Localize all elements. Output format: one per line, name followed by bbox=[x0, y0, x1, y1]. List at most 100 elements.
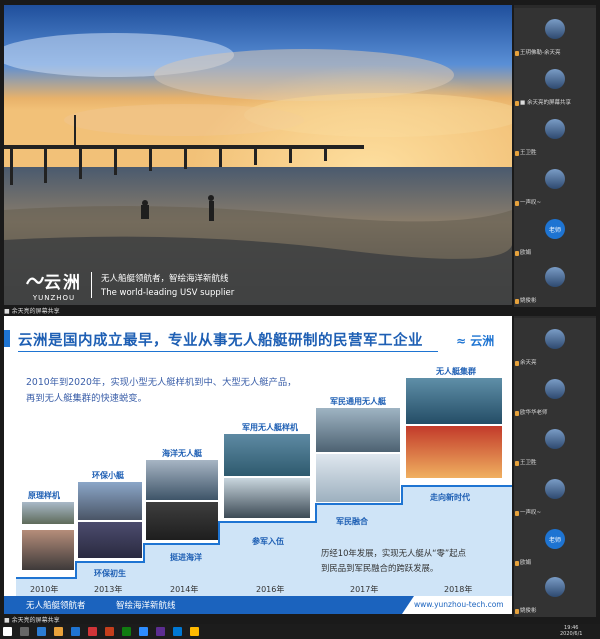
participant-name: 王玥佛勒-余天亮 bbox=[520, 50, 561, 56]
stage-photo-ship bbox=[316, 454, 400, 502]
brand-name-cn: 云洲 bbox=[44, 273, 82, 293]
windows-taskbar: 19:46 2020/6/1 bbox=[0, 624, 600, 639]
stage-label-ocean-usv: 海洋无人艇 bbox=[162, 449, 202, 458]
avatar: 老师 bbox=[545, 219, 565, 239]
participant-tile[interactable]: 姚俊彬 bbox=[514, 256, 596, 307]
app-icon-yellow[interactable] bbox=[190, 627, 199, 636]
footer-slogan-left: 无人船艇领航者 bbox=[26, 601, 86, 611]
participant-name: 欧华华老师 bbox=[520, 410, 548, 416]
participant-tile[interactable]: ■ 余天亮的屏幕共享 bbox=[514, 58, 596, 109]
mic-icon bbox=[515, 361, 519, 366]
app-icon-green[interactable] bbox=[122, 627, 131, 636]
participant-tile[interactable]: 老师 欧娟 bbox=[514, 518, 596, 569]
brand-name-en: YUNZHOU bbox=[32, 294, 76, 302]
year-2017: 2017年 bbox=[350, 585, 379, 594]
powerpoint-icon[interactable] bbox=[105, 627, 114, 636]
app-icon-purple[interactable] bbox=[156, 627, 165, 636]
avatar bbox=[545, 479, 565, 499]
wave-logo-icon bbox=[26, 276, 44, 284]
avatar bbox=[545, 69, 565, 89]
stage-photo-event bbox=[78, 522, 142, 558]
slogan-cn: 无人船艇领航者，智绘海洋新航线 bbox=[101, 274, 229, 284]
mic-icon bbox=[515, 101, 519, 106]
participant-name: ■ 余天亮的屏幕共享 bbox=[520, 100, 571, 106]
stage-photo-swarm-show bbox=[406, 426, 502, 478]
avatar bbox=[545, 329, 565, 349]
mic-icon bbox=[515, 151, 519, 156]
year-2013: 2013年 bbox=[94, 585, 123, 594]
participant-tile[interactable]: 王卫胜 bbox=[514, 418, 596, 469]
screen-share-caption: ■ 余天亮的屏幕共享 bbox=[4, 308, 60, 315]
mic-icon bbox=[515, 411, 519, 416]
meeting-app-icon[interactable] bbox=[139, 627, 148, 636]
year-2018: 2018年 bbox=[444, 585, 473, 594]
participant-tile[interactable]: 欧华华老师 bbox=[514, 368, 596, 419]
search-icon[interactable] bbox=[20, 627, 29, 636]
brand-logo: 云洲 YUNZHOU bbox=[26, 268, 82, 302]
shared-screen-top[interactable]: 云洲 YUNZHOU 无人船艇领航者，智绘海洋新航线 The world-lea… bbox=[4, 5, 512, 305]
mic-icon bbox=[515, 461, 519, 466]
avatar bbox=[545, 169, 565, 189]
stage-label-dual-use: 军民通用无人艇 bbox=[330, 397, 386, 406]
participant-name: 姚俊彬 bbox=[520, 298, 537, 304]
file-explorer-icon[interactable] bbox=[54, 627, 63, 636]
avatar bbox=[545, 267, 565, 287]
participant-name: 王卫胜 bbox=[520, 150, 537, 156]
presentation-slide[interactable]: 云洲是国内成立最早，专业从事无人船艇研制的民营军工企业 ≈ 云洲 2010年到2… bbox=[4, 316, 512, 614]
mic-icon bbox=[515, 609, 519, 614]
participant-tile[interactable]: 一声叹~ bbox=[514, 468, 596, 519]
yunzhou-brand: 云洲 YUNZHOU 无人船艇领航者，智绘海洋新航线 The world-lea… bbox=[26, 268, 234, 302]
stage-photo-env-boat bbox=[78, 482, 142, 520]
year-2014: 2014年 bbox=[170, 585, 199, 594]
mic-icon bbox=[515, 511, 519, 516]
participant-tile[interactable]: 余天亮 bbox=[514, 318, 596, 369]
stage-photo-prototype bbox=[22, 502, 74, 524]
edge-browser-icon[interactable] bbox=[71, 627, 80, 636]
stage-photo-military-prototype bbox=[224, 434, 310, 476]
slide-footer: 无人船艇领航者 智绘海洋新航线 www.yunzhou-tech.com bbox=[4, 596, 512, 614]
summary-line-2: 到民品到军民融合的跨跃发展。 bbox=[321, 563, 439, 573]
clock-date: 2020/6/1 bbox=[560, 631, 583, 637]
avatar bbox=[545, 19, 565, 39]
participant-name: 欧娟 bbox=[520, 250, 532, 256]
step-new-era: 走向新时代 bbox=[430, 493, 470, 502]
step-civil-military: 军民融合 bbox=[336, 517, 368, 526]
footer-slogan-mid: 智绘海洋新航线 bbox=[116, 601, 176, 611]
task-view-icon[interactable] bbox=[37, 627, 46, 636]
avatar bbox=[545, 379, 565, 399]
participant-tile[interactable]: 老师欧娟 bbox=[514, 208, 596, 259]
stage-photo-swarm bbox=[406, 378, 502, 424]
participant-name: 姚俊彬 bbox=[520, 608, 537, 614]
avatar bbox=[545, 429, 565, 449]
stage-photo-team bbox=[22, 530, 74, 570]
stage-photo-meeting bbox=[146, 502, 218, 540]
participant-tile[interactable]: 王玥佛勒-余天亮 bbox=[514, 8, 596, 59]
step-env-birth: 环保初生 bbox=[94, 569, 126, 578]
step-join-army: 参军入伍 bbox=[252, 537, 284, 546]
stage-label-military: 军用无人艇样机 bbox=[242, 423, 298, 432]
app-icon-blue[interactable] bbox=[173, 627, 182, 636]
avatar bbox=[545, 119, 565, 139]
stage-label-prototype: 原理样机 bbox=[28, 491, 60, 500]
stage-photo-ocean-usv bbox=[146, 460, 218, 500]
participant-name: 余天亮 bbox=[520, 360, 537, 366]
app-icon-red[interactable] bbox=[88, 627, 97, 636]
avatar bbox=[545, 577, 565, 597]
slide-summary: 历经10年发展，实现无人艇从“零”起点 到民品到军民融合的跨跃发展。 bbox=[321, 546, 501, 576]
mic-icon bbox=[515, 201, 519, 206]
year-2016: 2016年 bbox=[256, 585, 285, 594]
participant-name: 一声叹~ bbox=[520, 200, 542, 206]
participant-name: 一声叹~ bbox=[520, 510, 542, 516]
stage-label-env-boat: 环保小艇 bbox=[92, 471, 124, 480]
stage-label-swarm: 无人艇集群 bbox=[436, 367, 476, 376]
system-clock[interactable]: 19:46 2020/6/1 bbox=[560, 625, 582, 637]
avatar: 老师 bbox=[545, 529, 565, 549]
participant-tile[interactable]: 王卫胜 bbox=[514, 108, 596, 159]
mic-icon bbox=[515, 299, 519, 304]
participant-tile[interactable]: 姚俊彬 bbox=[514, 566, 596, 617]
stage-photo-dual-use bbox=[316, 408, 400, 452]
windows-start-icon[interactable] bbox=[3, 627, 12, 636]
screen-share-caption-2: ■ 余天亮的屏幕共享 bbox=[4, 617, 60, 624]
beach-sunset-image bbox=[4, 5, 512, 305]
participant-tile[interactable]: 一声叹~ bbox=[514, 158, 596, 209]
